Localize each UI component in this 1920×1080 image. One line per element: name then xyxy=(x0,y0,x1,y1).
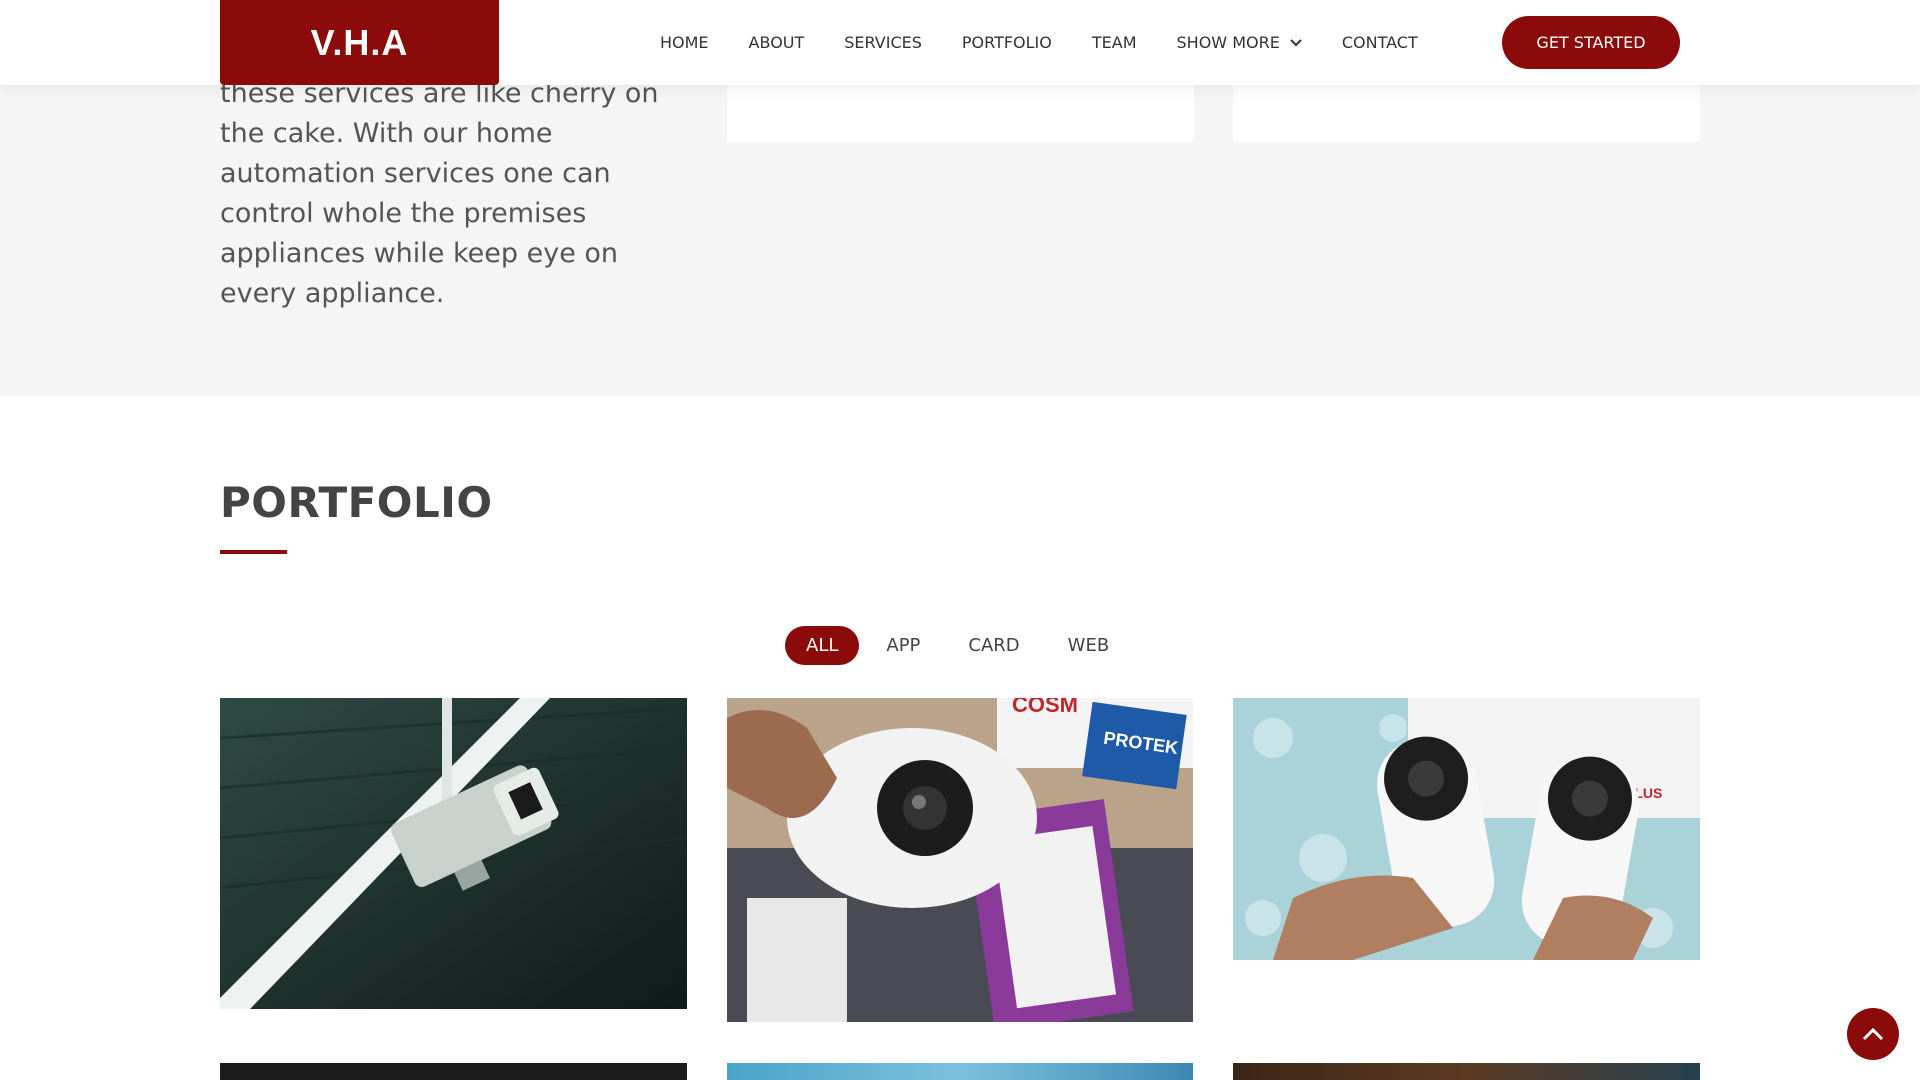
portfolio-item[interactable]: PLUS xyxy=(1233,698,1700,960)
portfolio-item[interactable]: COSM PROTEK xyxy=(727,698,1193,1022)
top-navbar: V.H.A HOME ABOUT SERVICES PORTFOLIO TEAM… xyxy=(0,0,1920,85)
back-to-top-button[interactable] xyxy=(1847,1008,1899,1060)
portfolio-item[interactable] xyxy=(1233,1063,1700,1080)
portfolio-filters: ALL APP CARD WEB xyxy=(785,626,1136,665)
chevron-down-icon xyxy=(1290,38,1302,46)
nav-home[interactable]: HOME xyxy=(660,33,709,52)
filter-card[interactable]: CARD xyxy=(947,626,1040,665)
about-paragraph: these services are like cherry on the ca… xyxy=(220,78,659,309)
get-started-button[interactable]: GET STARTED xyxy=(1502,16,1680,69)
section-title: PORTFOLIO xyxy=(220,478,493,527)
chevron-up-icon xyxy=(1862,1027,1884,1041)
bullet-cameras-image: PLUS xyxy=(1233,698,1700,960)
filter-app[interactable]: APP xyxy=(865,626,941,665)
portfolio-item[interactable] xyxy=(220,698,687,1009)
site-logo[interactable]: V.H.A xyxy=(220,0,499,85)
nav-team[interactable]: TEAM xyxy=(1092,33,1137,52)
nav-show-more-label: SHOW MORE xyxy=(1176,33,1280,52)
nav-contact[interactable]: CONTACT xyxy=(1342,33,1418,52)
main-nav: HOME ABOUT SERVICES PORTFOLIO TEAM SHOW … xyxy=(660,0,1458,85)
filter-web[interactable]: WEB xyxy=(1047,626,1131,665)
portfolio-item[interactable] xyxy=(220,1063,687,1080)
service-card-bottom xyxy=(727,85,1194,142)
box-label-cosmo: COSM xyxy=(1012,698,1078,717)
portfolio-item[interactable] xyxy=(727,1063,1193,1080)
nav-show-more[interactable]: SHOW MORE xyxy=(1177,33,1302,52)
nav-portfolio[interactable]: PORTFOLIO xyxy=(962,33,1052,52)
nav-services[interactable]: SERVICES xyxy=(844,33,922,52)
nav-about[interactable]: ABOUT xyxy=(749,33,805,52)
service-card-bottom xyxy=(1233,85,1700,142)
ceiling-cctv-image xyxy=(220,698,687,1009)
dome-camera-image: COSM PROTEK xyxy=(727,698,1193,1022)
filter-all[interactable]: ALL xyxy=(785,626,860,665)
title-underline xyxy=(220,550,287,554)
